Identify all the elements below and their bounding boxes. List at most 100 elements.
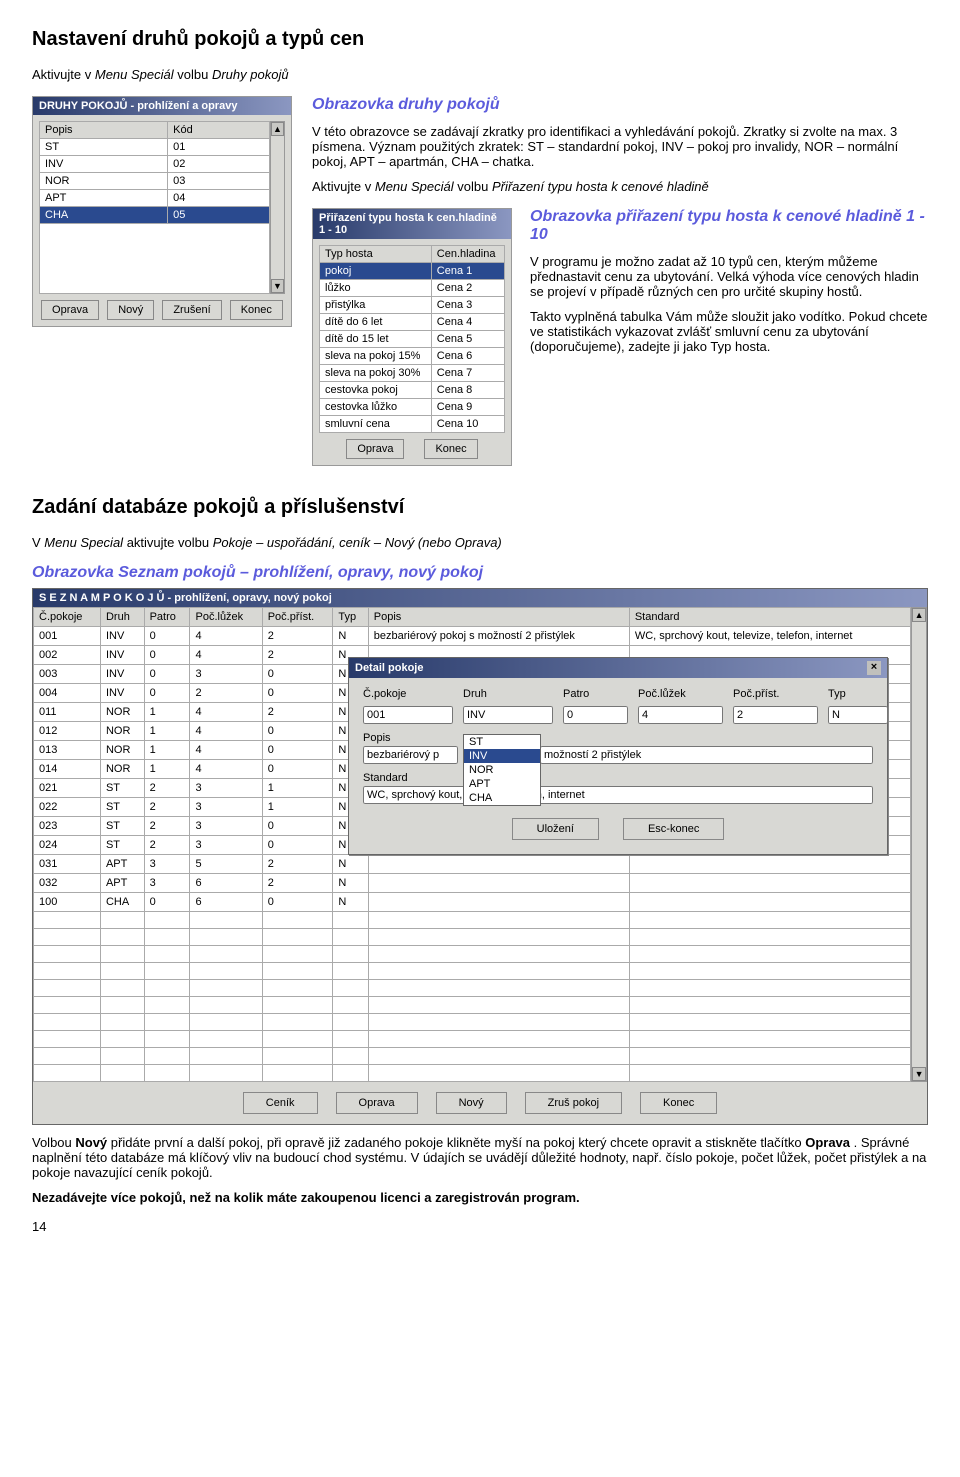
detail-input-popis-b[interactable] bbox=[540, 746, 873, 764]
win1-novy-button[interactable]: Nový bbox=[107, 300, 154, 320]
detail-input-standard[interactable] bbox=[363, 786, 873, 804]
table-row[interactable]: pokojCena 1 bbox=[320, 263, 505, 280]
win3-zrus-button[interactable]: Zruš pokoj bbox=[525, 1092, 622, 1114]
s1-instr-mid: volbu bbox=[177, 67, 212, 82]
nested-instruction: Aktivujte v Menu Speciál volbu Přiřazení… bbox=[312, 179, 928, 194]
table-row[interactable]: přistýlkaCena 3 bbox=[320, 297, 505, 314]
s2-instr-menu: Menu Special bbox=[44, 535, 123, 550]
win2-konec-button[interactable]: Konec bbox=[424, 439, 477, 459]
detail-input-prist[interactable] bbox=[733, 706, 818, 724]
dropdown-option[interactable]: NOR bbox=[464, 763, 540, 777]
table-row[interactable]: sleva na pokoj 30%Cena 7 bbox=[320, 365, 505, 382]
close-icon[interactable]: × bbox=[867, 661, 881, 675]
detail-input-patro[interactable] bbox=[563, 706, 628, 724]
detail-esc-button[interactable]: Esc-konec bbox=[623, 818, 724, 840]
detail-input-luzek[interactable] bbox=[638, 706, 723, 724]
table-row[interactable]: 001INV042Nbezbariérový pokoj s možností … bbox=[34, 627, 911, 646]
table-row bbox=[34, 1065, 911, 1082]
table-row[interactable]: NOR03 bbox=[40, 173, 270, 190]
table-row[interactable]: 031APT352N bbox=[34, 855, 911, 874]
s2-instr-pre: V bbox=[32, 535, 44, 550]
s1-instr-item: Druhy pokojů bbox=[212, 67, 289, 82]
detail-titlebar: Detail pokoje × bbox=[349, 658, 887, 678]
detail-label-typ: Typ bbox=[828, 688, 888, 700]
footer-p1-bold2: Oprava bbox=[805, 1135, 850, 1150]
table-row[interactable]: sleva na pokoj 15%Cena 6 bbox=[320, 348, 505, 365]
detail-label-standard: Standard bbox=[363, 772, 873, 784]
dropdown-option[interactable]: INV bbox=[464, 749, 540, 763]
table-row[interactable]: CHA05 bbox=[40, 207, 270, 224]
right-p1: V této obrazovce se zadávají zkratky pro… bbox=[312, 124, 928, 169]
win3-col-typ: Typ bbox=[333, 608, 368, 627]
table-row[interactable]: smluvní cenaCena 10 bbox=[320, 416, 505, 433]
table-row bbox=[34, 1031, 911, 1048]
table-row[interactable]: cestovka lůžkoCena 9 bbox=[320, 399, 505, 416]
table-row[interactable]: INV02 bbox=[40, 156, 270, 173]
table-row bbox=[34, 963, 911, 980]
section2-title: Zadání databáze pokojů a příslušenství bbox=[32, 496, 928, 519]
druh-dropdown[interactable]: STINVNORAPTCHA bbox=[463, 734, 541, 806]
win3-konec-button[interactable]: Konec bbox=[640, 1092, 717, 1114]
detail-label-patro: Patro bbox=[563, 688, 628, 700]
win3-col-druh: Druh bbox=[100, 608, 144, 627]
footer-p1: Volbou Nový přidáte první a další pokoj,… bbox=[32, 1135, 928, 1180]
detail-input-popis-a[interactable] bbox=[363, 746, 458, 764]
detail-title-text: Detail pokoje bbox=[355, 662, 423, 674]
footer-p2: Nezadávejte více pokojů, než na kolik má… bbox=[32, 1190, 928, 1205]
s2-instr-mid: aktivujte volbu bbox=[127, 535, 213, 550]
footer-p1-bold: Nový bbox=[75, 1135, 107, 1150]
table-row[interactable]: dítě do 6 letCena 4 bbox=[320, 314, 505, 331]
table-row[interactable]: lůžkoCena 2 bbox=[320, 280, 505, 297]
win3-col-luzek: Poč.lůžek bbox=[190, 608, 262, 627]
detail-label-popis: Popis bbox=[363, 732, 873, 744]
s2-instr-item: Pokoje – uspořádání, ceník – Nový (nebo … bbox=[213, 535, 502, 550]
win2-title-text: Přiřazení typu hosta k cen.hladině 1 - 1… bbox=[319, 212, 505, 236]
scroll-up-icon[interactable]: ▲ bbox=[271, 122, 284, 136]
detail-input-c[interactable] bbox=[363, 706, 453, 724]
dropdown-option[interactable]: APT bbox=[464, 777, 540, 791]
detail-label-prist: Poč.příst. bbox=[733, 688, 818, 700]
detail-label-luzek: Poč.lůžek bbox=[638, 688, 723, 700]
scroll-down-icon[interactable]: ▼ bbox=[271, 279, 284, 293]
detail-input-typ[interactable] bbox=[828, 706, 888, 724]
table-row[interactable]: ST01 bbox=[40, 139, 270, 156]
nested-instr-menu: Menu Speciál bbox=[375, 179, 454, 194]
prirazeni-window: Přiřazení typu hosta k cen.hladině 1 - 1… bbox=[312, 208, 512, 466]
win3-oprava-button[interactable]: Oprava bbox=[336, 1092, 418, 1114]
table-row bbox=[34, 929, 911, 946]
s1-instr-menu: Menu Speciál bbox=[95, 67, 174, 82]
win2-oprava-button[interactable]: Oprava bbox=[346, 439, 404, 459]
win1-konec-button[interactable]: Konec bbox=[230, 300, 283, 320]
table-row[interactable]: 100CHA060N bbox=[34, 893, 911, 912]
dropdown-option[interactable]: ST bbox=[464, 735, 540, 749]
win3-col-popis: Popis bbox=[368, 608, 629, 627]
table-row[interactable]: APT04 bbox=[40, 190, 270, 207]
win3-novy-button[interactable]: Nový bbox=[436, 1092, 507, 1114]
detail-input-druh[interactable] bbox=[463, 706, 553, 724]
detail-label-c: Č.pokoje bbox=[363, 688, 453, 700]
win2-col-cena: Cen.hladina bbox=[431, 246, 504, 263]
win1-scrollbar[interactable]: ▲ ▼ bbox=[270, 121, 285, 294]
scroll-down-icon[interactable]: ▼ bbox=[912, 1067, 926, 1081]
nested-instr-item: Přiřazení typu hosta k cenové hladině bbox=[492, 179, 709, 194]
win2-titlebar: Přiřazení typu hosta k cen.hladině 1 - 1… bbox=[313, 209, 511, 239]
table-row[interactable]: cestovka pokojCena 8 bbox=[320, 382, 505, 399]
dropdown-option[interactable]: CHA bbox=[464, 791, 540, 805]
win1-zruseni-button[interactable]: Zrušení bbox=[162, 300, 221, 320]
nested-instr-mid: volbu bbox=[457, 179, 492, 194]
druhy-pokoju-window: DRUHY POKOJŮ - prohlížení a opravy Popis… bbox=[32, 96, 292, 327]
win1-oprava-button[interactable]: Oprava bbox=[41, 300, 99, 320]
detail-ulozeni-button[interactable]: Uložení bbox=[512, 818, 599, 840]
scroll-up-icon[interactable]: ▲ bbox=[912, 608, 926, 622]
win3-cenik-button[interactable]: Ceník bbox=[243, 1092, 318, 1114]
page-number: 14 bbox=[32, 1219, 928, 1234]
win1-col-popis: Popis bbox=[40, 122, 168, 139]
table-row[interactable]: dítě do 15 letCena 5 bbox=[320, 331, 505, 348]
win3-scrollbar[interactable]: ▲ ▼ bbox=[911, 607, 927, 1082]
nested-heading: Obrazovka přiřazení typu hosta k cenové … bbox=[530, 208, 928, 244]
table-row[interactable]: 032APT362N bbox=[34, 874, 911, 893]
footer-p1-b: přidáte první a další pokoj, při opravě … bbox=[111, 1135, 805, 1150]
section1-title: Nastavení druhů pokojů a typů cen bbox=[32, 28, 928, 51]
nested-p3: Takto vyplněná tabulka Vám může sloužit … bbox=[530, 309, 928, 354]
right-heading-1: Obrazovka druhy pokojů bbox=[312, 96, 928, 114]
